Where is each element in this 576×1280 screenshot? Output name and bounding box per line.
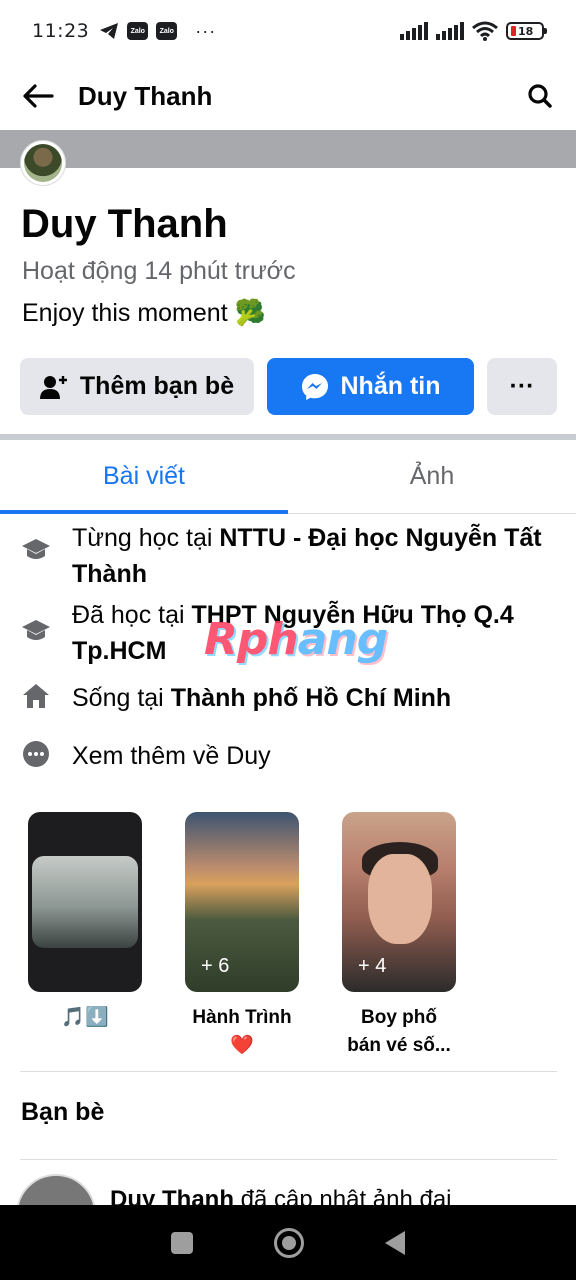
- top-nav: Duy Thanh: [0, 62, 576, 130]
- tab-posts[interactable]: Bài viết: [0, 440, 288, 514]
- signal-icon-2: [436, 22, 464, 40]
- highlight-item[interactable]: + 4 Boy phố bán vé số...: [342, 812, 456, 1060]
- profile-tabs: Bài viết Ảnh: [0, 440, 576, 514]
- status-bar: 11:23 Zalo Zalo ··· 18: [0, 0, 576, 62]
- messenger-icon: [301, 373, 328, 400]
- post-preview[interactable]: Duy Thanh đã cập nhật ảnh đại ···: [0, 1172, 576, 1208]
- telegram-icon: [100, 23, 119, 39]
- back-arrow-icon[interactable]: [20, 78, 56, 114]
- battery-level: 18: [518, 24, 534, 38]
- info-text: Sống tại Thành phố Hồ Chí Minh: [72, 684, 452, 712]
- highlight-label: Boy phố bán vé số...: [347, 1007, 451, 1056]
- search-icon[interactable]: [524, 80, 556, 112]
- more-options-icon: ···: [509, 372, 535, 400]
- see-more-about[interactable]: Xem thêm về Duy: [20, 738, 560, 774]
- info-studied-university: Từng học tại NTTU - Đại học Nguyễn Tất T…: [20, 520, 560, 592]
- more-dots-icon: [20, 738, 52, 770]
- wifi-icon: [472, 21, 498, 41]
- home-icon: [20, 680, 52, 712]
- nav-title: Duy Thanh: [78, 80, 213, 111]
- battery-icon: 18: [506, 22, 547, 40]
- cover-photo[interactable]: [0, 130, 576, 168]
- highlight-item[interactable]: + 6 Hành Trình ❤️: [185, 812, 299, 1060]
- friends-section-title: Bạn bè: [21, 1098, 105, 1126]
- city-link[interactable]: Thành phố Hồ Chí Minh: [171, 684, 452, 712]
- home-button[interactable]: [273, 1227, 304, 1258]
- system-icons: 18: [400, 21, 547, 41]
- zalo-icon-2: Zalo: [156, 22, 178, 40]
- profile-bio: Enjoy this moment 🥦: [22, 299, 266, 327]
- highlight-item[interactable]: 🎵⬇️: [28, 812, 142, 1032]
- story-highlights: 🎵⬇️ + 6 Hành Trình ❤️ + 4 Boy phố bán vé…: [28, 812, 548, 1062]
- more-options-button[interactable]: ···: [487, 358, 557, 415]
- notification-icons: Zalo Zalo ···: [99, 21, 216, 42]
- highlight-cover: + 6: [185, 812, 299, 992]
- profile-name: Duy Thanh: [21, 202, 228, 246]
- highlight-count: + 6: [201, 955, 230, 977]
- education-icon: [20, 534, 52, 566]
- more-notifications-icon: ···: [195, 20, 217, 41]
- divider: [20, 1071, 557, 1072]
- add-friend-icon: [39, 375, 67, 399]
- message-button[interactable]: Nhắn tin: [267, 358, 474, 415]
- highlight-label: Hành Trình ❤️: [192, 1007, 292, 1056]
- avatar[interactable]: [20, 140, 66, 186]
- info-text: Từng học tại NTTU - Đại học Nguyễn Tất T…: [72, 524, 542, 588]
- add-friend-label: Thêm bạn bè: [79, 372, 235, 400]
- highlight-count: + 4: [358, 955, 387, 977]
- highlight-label: 🎵⬇️: [61, 1007, 109, 1028]
- divider: [20, 1159, 557, 1160]
- system-nav-bar: [0, 1205, 576, 1280]
- watermark: Rphang: [204, 614, 388, 665]
- zalo-icon: Zalo: [127, 22, 149, 40]
- back-button[interactable]: [385, 1230, 406, 1255]
- highlight-cover: + 4: [342, 812, 456, 992]
- avatar[interactable]: [16, 1174, 96, 1208]
- profile-actions: Thêm bạn bè Nhắn tin ···: [20, 358, 557, 415]
- message-label: Nhắn tin: [340, 372, 441, 400]
- signal-icon: [400, 22, 428, 40]
- education-icon: [20, 615, 52, 647]
- status-time: 11:23: [32, 20, 90, 42]
- add-friend-button[interactable]: Thêm bạn bè: [20, 358, 254, 415]
- tab-photos[interactable]: Ảnh: [288, 440, 576, 513]
- recent-apps-button[interactable]: [170, 1231, 193, 1254]
- see-more-label: Xem thêm về Duy: [72, 742, 271, 770]
- active-status: Hoạt động 14 phút trước: [22, 257, 296, 285]
- info-lives-in: Sống tại Thành phố Hồ Chí Minh: [20, 680, 560, 716]
- highlight-cover: [28, 812, 142, 992]
